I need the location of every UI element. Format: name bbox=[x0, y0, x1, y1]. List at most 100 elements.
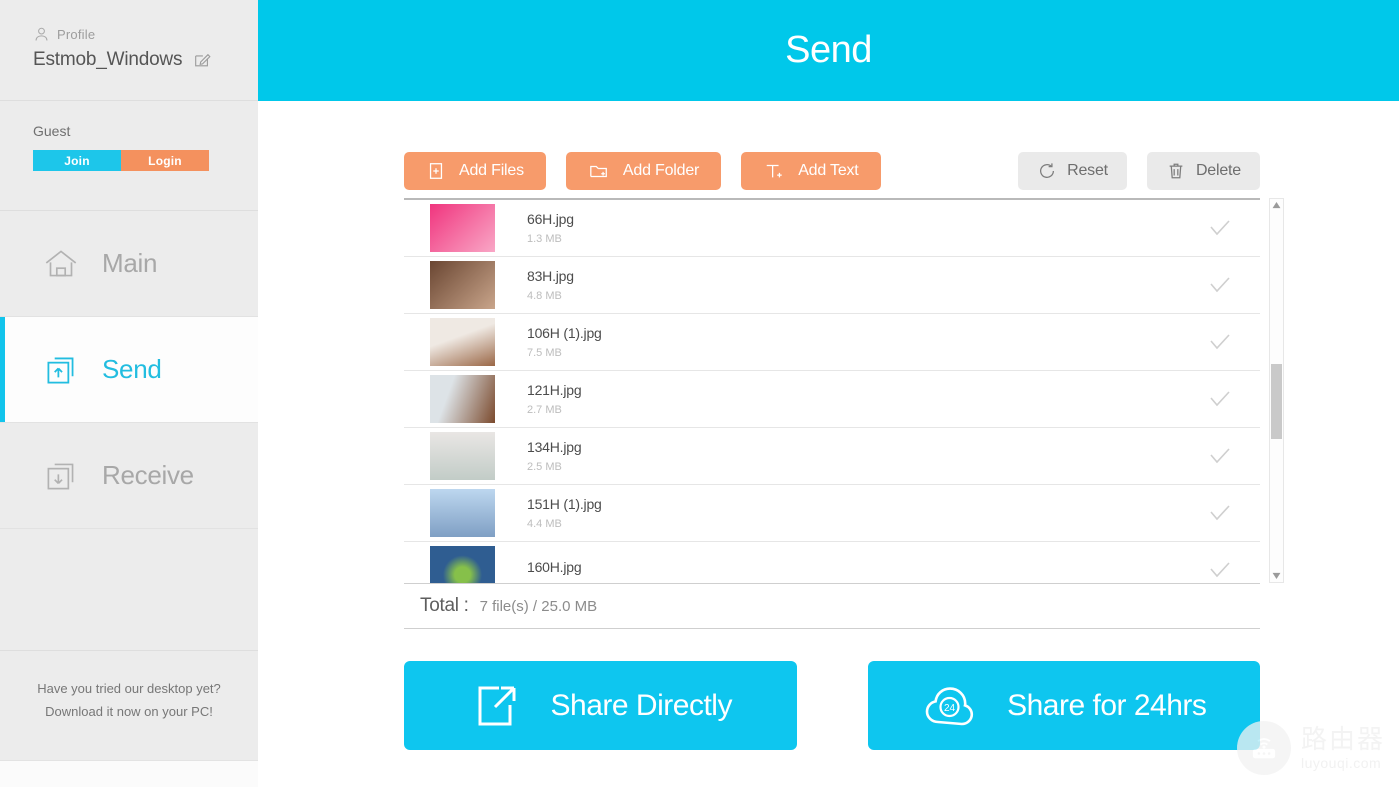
share-24hrs-label: Share for 24hrs bbox=[1007, 688, 1207, 722]
add-files-label: Add Files bbox=[459, 162, 524, 179]
table-row[interactable]: 121H.jpg 2.7 MB bbox=[404, 371, 1260, 428]
check-icon[interactable] bbox=[1207, 329, 1233, 355]
delete-label: Delete bbox=[1195, 162, 1241, 179]
add-folder-button[interactable]: Add Folder bbox=[565, 152, 722, 190]
text-plus-icon bbox=[763, 161, 785, 181]
sidebar-item-send-label: Send bbox=[102, 354, 162, 384]
share-directly-button[interactable]: Share Directly bbox=[404, 661, 797, 750]
login-button[interactable]: Login bbox=[121, 150, 209, 171]
main-panel: Send Add Files Add Folder Add Text Reset… bbox=[258, 0, 1399, 787]
file-thumbnail bbox=[430, 432, 495, 480]
file-list[interactable]: 66H.jpg 1.3 MB 83H.jpg 4.8 MB 106H (1).j… bbox=[404, 198, 1260, 583]
add-text-button[interactable]: Add Text bbox=[741, 152, 881, 190]
scroll-up-arrow-icon[interactable] bbox=[1270, 199, 1283, 212]
profile-name-row: Estmob_Windows bbox=[33, 49, 258, 71]
profile-block: Profile Estmob_Windows bbox=[0, 0, 258, 101]
file-thumbnail bbox=[430, 261, 495, 309]
file-meta: 121H.jpg 2.7 MB bbox=[527, 382, 1207, 416]
check-icon[interactable] bbox=[1207, 386, 1233, 412]
file-name: 134H.jpg bbox=[527, 439, 582, 455]
file-list-wrap: 66H.jpg 1.3 MB 83H.jpg 4.8 MB 106H (1).j… bbox=[404, 198, 1284, 629]
guest-buttons: Join Login bbox=[33, 150, 258, 171]
file-name: 160H.jpg bbox=[527, 559, 582, 575]
file-size: 1.3 MB bbox=[527, 233, 562, 245]
toolbar-right-group: Reset Delete bbox=[998, 152, 1260, 190]
share-directly-label: Share Directly bbox=[550, 688, 733, 722]
add-folder-label: Add Folder bbox=[622, 162, 700, 179]
sidebar-item-send[interactable]: Send bbox=[0, 317, 258, 423]
profile-label: Profile bbox=[57, 27, 96, 42]
file-name: 66H.jpg bbox=[527, 211, 574, 227]
sidebar-nav: Main Send Receive bbox=[0, 211, 258, 529]
file-name: 121H.jpg bbox=[527, 382, 582, 398]
watermark-en: luyouqi.com bbox=[1300, 755, 1382, 771]
content-area: Add Files Add Folder Add Text Reset Dele… bbox=[258, 101, 1399, 750]
profile-header: Profile bbox=[33, 26, 258, 43]
table-row[interactable]: 66H.jpg 1.3 MB bbox=[404, 200, 1260, 257]
sidebar-item-main[interactable]: Main bbox=[0, 211, 258, 317]
file-size: 4.8 MB bbox=[527, 290, 562, 302]
guest-block: Guest Join Login bbox=[0, 101, 258, 211]
table-row[interactable]: 106H (1).jpg 7.5 MB bbox=[404, 314, 1260, 371]
table-row[interactable]: 160H.jpg bbox=[404, 542, 1260, 583]
desktop-promo[interactable]: Have you tried our desktop yet? Download… bbox=[0, 650, 258, 760]
app-window: Profile Estmob_Windows Guest Join Login bbox=[0, 0, 1399, 787]
file-size: 7.5 MB bbox=[527, 347, 562, 359]
scrollbar-thumb[interactable] bbox=[1271, 364, 1282, 439]
file-size: 4.4 MB bbox=[527, 518, 562, 530]
sidebar-bottom-strip bbox=[0, 760, 258, 787]
add-text-label: Add Text bbox=[798, 162, 859, 179]
check-icon[interactable] bbox=[1207, 500, 1233, 526]
svg-text:24: 24 bbox=[944, 703, 956, 714]
total-label: Total : bbox=[420, 595, 469, 616]
scrollbar-track[interactable] bbox=[1270, 212, 1283, 569]
file-meta: 66H.jpg 1.3 MB bbox=[527, 211, 1207, 245]
person-icon bbox=[33, 26, 50, 43]
file-plus-icon bbox=[426, 161, 446, 181]
reset-button[interactable]: Reset bbox=[1018, 152, 1127, 190]
file-thumbnail bbox=[430, 204, 495, 252]
share-buttons: Share Directly 24 Share for 24hrs bbox=[404, 661, 1260, 750]
sidebar: Profile Estmob_Windows Guest Join Login bbox=[0, 0, 258, 787]
trash-icon bbox=[1166, 161, 1186, 181]
file-meta: 83H.jpg 4.8 MB bbox=[527, 268, 1207, 302]
promo-line-2: Download it now on your PC! bbox=[45, 704, 213, 719]
home-icon bbox=[40, 243, 82, 285]
check-icon[interactable] bbox=[1207, 215, 1233, 241]
file-meta: 151H (1).jpg 4.4 MB bbox=[527, 496, 1207, 530]
file-name: 151H (1).jpg bbox=[527, 496, 602, 512]
file-thumbnail bbox=[430, 546, 495, 583]
external-link-icon bbox=[469, 679, 523, 733]
file-size: 2.5 MB bbox=[527, 461, 562, 473]
file-meta: 106H (1).jpg 7.5 MB bbox=[527, 325, 1207, 359]
receive-down-arrow-icon bbox=[40, 455, 82, 497]
check-icon[interactable] bbox=[1207, 443, 1233, 469]
total-row: Total : 7 file(s) / 25.0 MB bbox=[404, 583, 1260, 629]
table-row[interactable]: 83H.jpg 4.8 MB bbox=[404, 257, 1260, 314]
delete-button[interactable]: Delete bbox=[1146, 152, 1260, 190]
join-button[interactable]: Join bbox=[33, 150, 121, 171]
check-icon[interactable] bbox=[1207, 557, 1233, 583]
file-list-scrollbar[interactable] bbox=[1269, 198, 1284, 583]
file-thumbnail bbox=[430, 375, 495, 423]
sidebar-item-receive[interactable]: Receive bbox=[0, 423, 258, 529]
file-thumbnail bbox=[430, 489, 495, 537]
send-up-arrow-icon bbox=[40, 349, 82, 391]
table-row[interactable]: 134H.jpg 2.5 MB bbox=[404, 428, 1260, 485]
profile-name: Estmob_Windows bbox=[33, 49, 183, 70]
scroll-down-arrow-icon[interactable] bbox=[1270, 569, 1283, 582]
sidebar-item-main-label: Main bbox=[102, 248, 158, 278]
sidebar-spacer bbox=[0, 529, 258, 650]
folder-plus-icon bbox=[588, 161, 610, 181]
add-files-button[interactable]: Add Files bbox=[404, 152, 546, 190]
page-title: Send bbox=[785, 29, 872, 71]
edit-pencil-icon[interactable] bbox=[193, 51, 211, 69]
file-thumbnail bbox=[430, 318, 495, 366]
page-header: Send bbox=[258, 0, 1399, 101]
reset-label: Reset bbox=[1067, 162, 1108, 179]
check-icon[interactable] bbox=[1207, 272, 1233, 298]
cloud-24-icon: 24 bbox=[921, 682, 979, 730]
share-24hrs-button[interactable]: 24 Share for 24hrs bbox=[867, 661, 1260, 750]
toolbar: Add Files Add Folder Add Text Reset Dele… bbox=[404, 101, 1260, 198]
table-row[interactable]: 151H (1).jpg 4.4 MB bbox=[404, 485, 1260, 542]
